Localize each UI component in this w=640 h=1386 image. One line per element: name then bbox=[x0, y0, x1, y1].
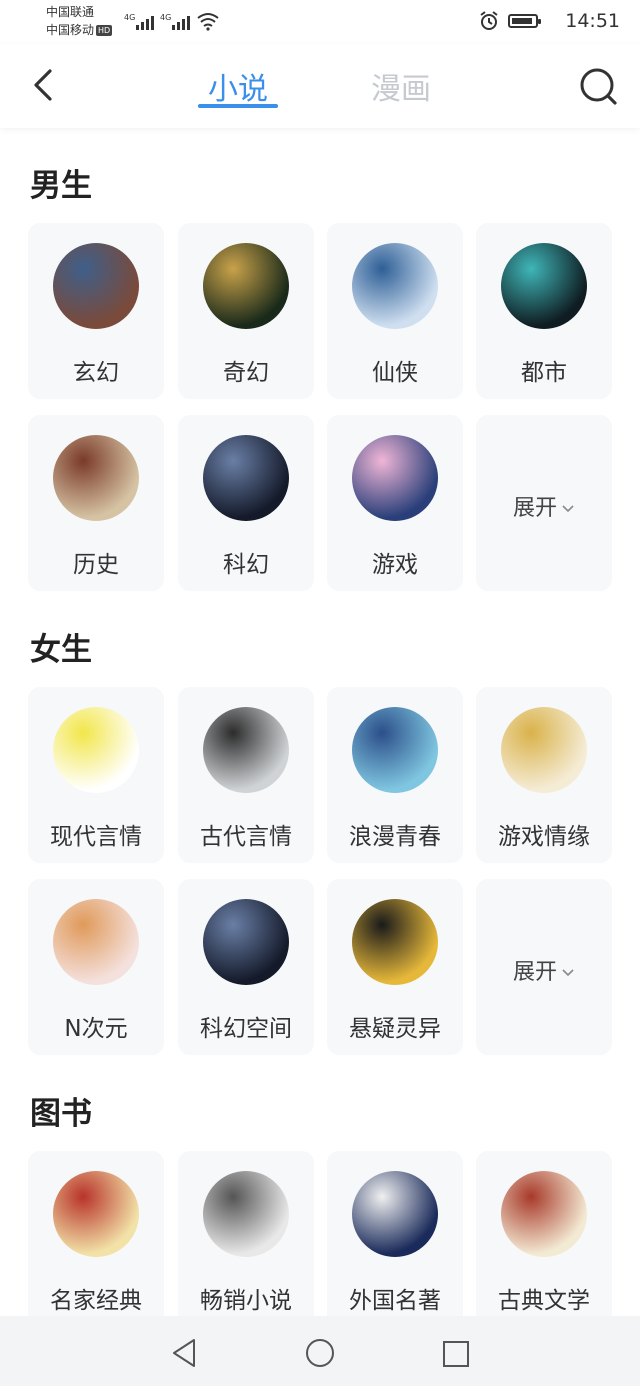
category-thumbnail bbox=[203, 435, 289, 521]
alarm-icon bbox=[480, 11, 498, 30]
category-label: N次元 bbox=[64, 1016, 128, 1042]
category-thumbnail bbox=[501, 243, 587, 329]
category-thumbnail bbox=[53, 243, 139, 329]
svg-text:4G: 4G bbox=[160, 13, 171, 22]
signal-icon: 4G bbox=[124, 13, 154, 30]
hd-badge: HD bbox=[96, 25, 113, 36]
category-label: 科幻空间 bbox=[200, 1016, 292, 1042]
nav-home-icon[interactable] bbox=[305, 1338, 335, 1368]
chevron-down-icon bbox=[562, 505, 574, 513]
signal-icon-2: 4G bbox=[160, 13, 190, 30]
category-thumbnail bbox=[501, 707, 587, 793]
nav-recent-icon[interactable] bbox=[442, 1340, 470, 1368]
carrier-secondary-label: 中国移动 bbox=[46, 23, 95, 37]
category-label: 悬疑灵异 bbox=[349, 1016, 441, 1042]
category-label: 现代言情 bbox=[50, 824, 142, 850]
expand-button[interactable]: 展开 bbox=[476, 415, 612, 591]
expand-button[interactable]: 展开 bbox=[476, 879, 612, 1055]
category-label: 都市 bbox=[521, 360, 567, 386]
category-label: 古典文学 bbox=[498, 1288, 590, 1314]
category-card[interactable]: 游戏情缘 bbox=[476, 687, 612, 863]
category-label: 历史 bbox=[73, 552, 119, 578]
category-label: 名家经典 bbox=[50, 1288, 142, 1314]
category-card[interactable]: N次元 bbox=[28, 879, 164, 1055]
category-card[interactable]: 仙侠 bbox=[327, 223, 463, 399]
carrier-secondary: 中国移动 HD bbox=[46, 23, 113, 37]
category-thumbnail bbox=[53, 1171, 139, 1257]
category-label: 外国名著 bbox=[349, 1288, 441, 1314]
tab-novel[interactable]: 小说 bbox=[208, 64, 268, 108]
battery-icon bbox=[508, 14, 541, 28]
system-nav-bar bbox=[0, 1316, 640, 1386]
category-card[interactable]: 科幻空间 bbox=[178, 879, 314, 1055]
category-label: 游戏 bbox=[372, 552, 418, 578]
category-card[interactable]: 奇幻 bbox=[178, 223, 314, 399]
category-card[interactable]: 古代言情 bbox=[178, 687, 314, 863]
section-title: 女生 bbox=[30, 632, 92, 668]
category-thumbnail bbox=[352, 1171, 438, 1257]
category-thumbnail bbox=[53, 707, 139, 793]
section-title: 男生 bbox=[30, 168, 92, 204]
category-label: 奇幻 bbox=[223, 360, 269, 386]
category-thumbnail bbox=[352, 243, 438, 329]
category-card[interactable]: 古典文学 bbox=[476, 1151, 612, 1327]
search-icon[interactable] bbox=[578, 66, 618, 106]
nav-back-icon[interactable] bbox=[170, 1338, 198, 1368]
category-label: 畅销小说 bbox=[200, 1288, 292, 1314]
category-thumbnail bbox=[53, 899, 139, 985]
category-card[interactable]: 悬疑灵异 bbox=[327, 879, 463, 1055]
active-tab-indicator bbox=[198, 104, 278, 108]
category-thumbnail bbox=[352, 899, 438, 985]
wifi-icon bbox=[197, 13, 219, 31]
category-card[interactable]: 科幻 bbox=[178, 415, 314, 591]
category-thumbnail bbox=[203, 707, 289, 793]
category-card[interactable]: 畅销小说 bbox=[178, 1151, 314, 1327]
expand-label: 展开 bbox=[476, 490, 612, 522]
category-card[interactable]: 外国名著 bbox=[327, 1151, 463, 1327]
section-title: 图书 bbox=[30, 1096, 92, 1132]
category-thumbnail bbox=[203, 1171, 289, 1257]
category-card[interactable]: 名家经典 bbox=[28, 1151, 164, 1327]
category-thumbnail bbox=[501, 1171, 587, 1257]
back-icon[interactable] bbox=[30, 68, 56, 102]
clock: 14:51 bbox=[565, 10, 620, 32]
top-nav: 小说 漫画 bbox=[0, 44, 640, 128]
category-thumbnail bbox=[203, 243, 289, 329]
category-label: 游戏情缘 bbox=[498, 824, 590, 850]
category-label: 古代言情 bbox=[200, 824, 292, 850]
category-label: 玄幻 bbox=[73, 360, 119, 386]
category-card[interactable]: 玄幻 bbox=[28, 223, 164, 399]
tab-comic[interactable]: 漫画 bbox=[371, 64, 431, 108]
category-thumbnail bbox=[352, 707, 438, 793]
category-card[interactable]: 现代言情 bbox=[28, 687, 164, 863]
category-card[interactable]: 都市 bbox=[476, 223, 612, 399]
category-label: 仙侠 bbox=[372, 360, 418, 386]
category-card[interactable]: 浪漫青春 bbox=[327, 687, 463, 863]
category-card[interactable]: 游戏 bbox=[327, 415, 463, 591]
category-card[interactable]: 历史 bbox=[28, 415, 164, 591]
carrier-primary: 中国联通 bbox=[46, 5, 95, 19]
status-bar: 中国联通 中国移动 HD 4G 4G 14:51 bbox=[0, 0, 640, 44]
category-thumbnail bbox=[53, 435, 139, 521]
category-thumbnail bbox=[203, 899, 289, 985]
expand-label: 展开 bbox=[476, 954, 612, 986]
category-thumbnail bbox=[352, 435, 438, 521]
category-label: 浪漫青春 bbox=[349, 824, 441, 850]
chevron-down-icon bbox=[562, 969, 574, 977]
category-label: 科幻 bbox=[223, 552, 269, 578]
svg-text:4G: 4G bbox=[124, 13, 135, 22]
